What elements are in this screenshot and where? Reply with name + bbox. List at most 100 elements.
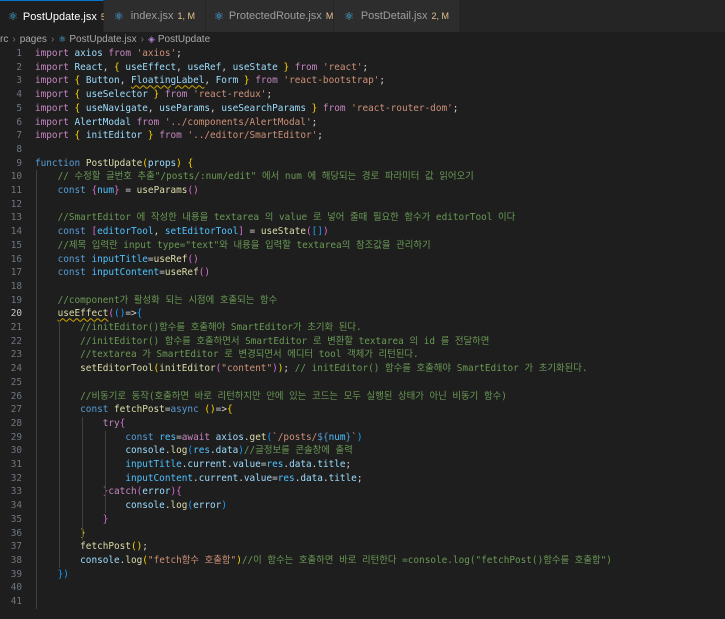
line-number: 18 <box>10 280 22 292</box>
code-line[interactable]: 10 // 수정할 글번호 추출"/posts/:num/edit" 에서 nu… <box>0 170 725 184</box>
code-line[interactable]: 32 inputContent.current.value=res.data.t… <box>0 472 725 486</box>
line-number: 7 <box>16 130 22 142</box>
code-line[interactable]: 12 <box>0 198 725 212</box>
line-number: 13 <box>10 212 22 224</box>
code-text: }) <box>57 568 69 580</box>
code-line[interactable]: 16 const inputTitle=useRef() <box>0 253 725 267</box>
code-text: import { useSelector } from 'react-redux… <box>35 89 273 101</box>
indent-guide <box>105 430 106 513</box>
code-line[interactable]: 19 //component가 활성화 되는 시점에 호출되는 함수 <box>0 294 725 308</box>
code-line[interactable]: 20 useEffect(()=>{ <box>0 307 725 321</box>
code-text: console.log(error) <box>125 500 227 512</box>
code-line[interactable]: 8 <box>0 143 725 157</box>
code-line[interactable]: 31 inputTitle.current.value=res.data.tit… <box>0 458 725 472</box>
indent-guide <box>82 416 83 541</box>
line-number: 10 <box>10 171 22 183</box>
tab-postdetail-jsx[interactable]: ⚛ PostDetail.jsx 2, M <box>334 0 460 32</box>
code-line[interactable]: 15 //제목 입력란 input type="text"와 내용을 입력할 t… <box>0 239 725 253</box>
breadcrumb-item[interactable]: PostUpdate.jsx <box>69 34 136 45</box>
code-text: useEffect(()=>{ <box>57 308 143 320</box>
react-icon: ⚛ <box>214 10 224 23</box>
line-number: 14 <box>10 226 22 238</box>
code-line[interactable]: 25 <box>0 376 725 390</box>
line-number: 4 <box>16 89 22 101</box>
code-line[interactable]: 11 const {num} = useParams() <box>0 184 725 198</box>
tab-status: 1, M <box>177 11 195 21</box>
line-number: 16 <box>10 253 22 265</box>
code-line[interactable]: 24 setEditorTool(initEditor("content"));… <box>0 362 725 376</box>
line-number: 32 <box>10 472 22 484</box>
code-line[interactable]: 26 //비동기로 동작(호출하면 바로 리턴하지만 안에 있는 코드는 모두 … <box>0 390 725 404</box>
tab-status: 2, M <box>431 11 449 21</box>
breadcrumb-item[interactable]: PostUpdate <box>158 34 210 45</box>
code-line[interactable]: 14 const [editorTool, setEditorTool] = u… <box>0 225 725 239</box>
code-line[interactable]: 40 <box>0 581 725 595</box>
line-number: 41 <box>10 596 22 607</box>
code-line[interactable]: 41 <box>0 595 725 609</box>
breadcrumb-item[interactable]: pages <box>20 34 47 45</box>
code-line[interactable]: 5 import { useNavigate, useParams, useSea… <box>0 102 725 116</box>
line-number: 24 <box>10 363 22 375</box>
tab-status: M <box>325 11 334 21</box>
code-line[interactable]: 33 }catch(error){ <box>0 485 725 499</box>
code-line[interactable]: 35 } <box>0 513 725 527</box>
line-number: 2 <box>16 61 22 73</box>
code-line[interactable]: 28 try{ <box>0 417 725 431</box>
line-number: 6 <box>16 116 22 128</box>
code-line[interactable]: 30 console.log(res.data)//글정보를 콘솔창에 출력 <box>0 444 725 458</box>
breadcrumb: rc › pages › ⚛ PostUpdate.jsx › ◈ PostUpdate <box>0 32 725 46</box>
code-line[interactable]: 1 import axios from 'axios'; <box>0 47 725 61</box>
line-number: 3 <box>16 75 22 87</box>
code-text: //SmartEditor 에 작성한 내용을 textarea 의 value… <box>57 212 516 224</box>
code-line[interactable]: 23 //textarea 가 SmartEditor 로 변경되면서 에디터 … <box>0 348 725 362</box>
line-number: 15 <box>10 239 22 251</box>
code-text: //component가 활성화 되는 시점에 호출되는 함수 <box>57 294 278 306</box>
code-text: fetchPost(); <box>80 541 148 553</box>
line-number: 38 <box>10 554 22 566</box>
code-editor[interactable]: 1 import axios from 'axios'; 2 import React… <box>0 46 725 619</box>
line-number: 25 <box>10 376 22 388</box>
code-line[interactable]: 27 const fetchPost=async ()=>{ <box>0 403 725 417</box>
code-line[interactable]: 2 import React, { useEffect, useRef, useS… <box>0 61 725 75</box>
code-text: function PostUpdate(props) { <box>35 157 194 169</box>
code-line[interactable]: 37 fetchPost(); <box>0 540 725 554</box>
line-number: 36 <box>10 527 22 539</box>
code-line[interactable]: 21 //initEditor()함수를 호출해야 SmartEditor가 초… <box>0 321 725 335</box>
code-text: const inputContent=useRef() <box>57 267 211 279</box>
tab-protectedroute-jsx[interactable]: ⚛ ProtectedRoute.jsx M <box>206 0 334 32</box>
code-text: const fetchPost=async ()=>{ <box>80 404 233 416</box>
line-number: 22 <box>10 335 22 347</box>
code-line[interactable]: 6 import AlertModal from '../components/A… <box>0 116 725 130</box>
tab-postupdate-jsx[interactable]: ⚛PostUpdate.jsx5, U× <box>0 0 133 32</box>
breadcrumb-item[interactable]: rc <box>0 34 8 45</box>
code-text: import { initEditor } from '../editor/Sm… <box>35 130 323 142</box>
code-text: //initEditor()함수를 호출해야 SmartEditor가 초기화 … <box>80 322 362 333</box>
code-text: import { useNavigate, useParams, useSear… <box>35 102 459 114</box>
code-text: //제목 입력란 input type="text"와 내용을 입력할 text… <box>57 239 431 251</box>
code-line[interactable]: 17 const inputContent=useRef() <box>0 266 725 280</box>
code-line[interactable]: 29 const res=await axios.get(`/posts/${n… <box>0 431 725 445</box>
code-line[interactable]: 7 import { initEditor } from '../editor/S… <box>0 129 725 143</box>
code-line[interactable]: 38 console.log("fetch함수 호출함")//이 함수는 호출하… <box>0 554 725 568</box>
code-line[interactable]: 36 } <box>0 527 725 541</box>
code-text: const {num} = useParams() <box>57 185 199 196</box>
line-number: 17 <box>10 267 22 279</box>
line-number: 31 <box>10 459 22 470</box>
tab-index-jsx[interactable]: ⚛ index.jsx 1, M <box>104 0 206 32</box>
tab-label: ProtectedRoute.jsx <box>228 10 322 22</box>
line-number: 27 <box>10 404 22 416</box>
line-number: 19 <box>10 294 22 306</box>
code-text: inputContent.current.value=res.data.titl… <box>125 472 363 484</box>
code-line[interactable]: 22 //initEditor() 함수를 호출하면서 SmartEditor … <box>0 335 725 349</box>
code-line[interactable]: 4 import { useSelector } from 'react-redu… <box>0 88 725 102</box>
code-line[interactable]: 13 //SmartEditor 에 작성한 내용을 textarea 의 va… <box>0 211 725 225</box>
tab-label: index.jsx <box>130 10 174 22</box>
code-text: const [editorTool, setEditorTool] = useS… <box>57 226 329 238</box>
code-line[interactable]: 9 function PostUpdate(props) { <box>0 157 725 171</box>
code-line[interactable]: 39 }) <box>0 568 725 582</box>
line-number: 35 <box>10 513 22 525</box>
code-line[interactable]: 3 import { Button, FloatingLabel, Form } … <box>0 74 725 88</box>
line-number: 9 <box>16 157 22 169</box>
code-line[interactable]: 18 <box>0 280 725 294</box>
code-line[interactable]: 34 console.log(error) <box>0 499 725 513</box>
